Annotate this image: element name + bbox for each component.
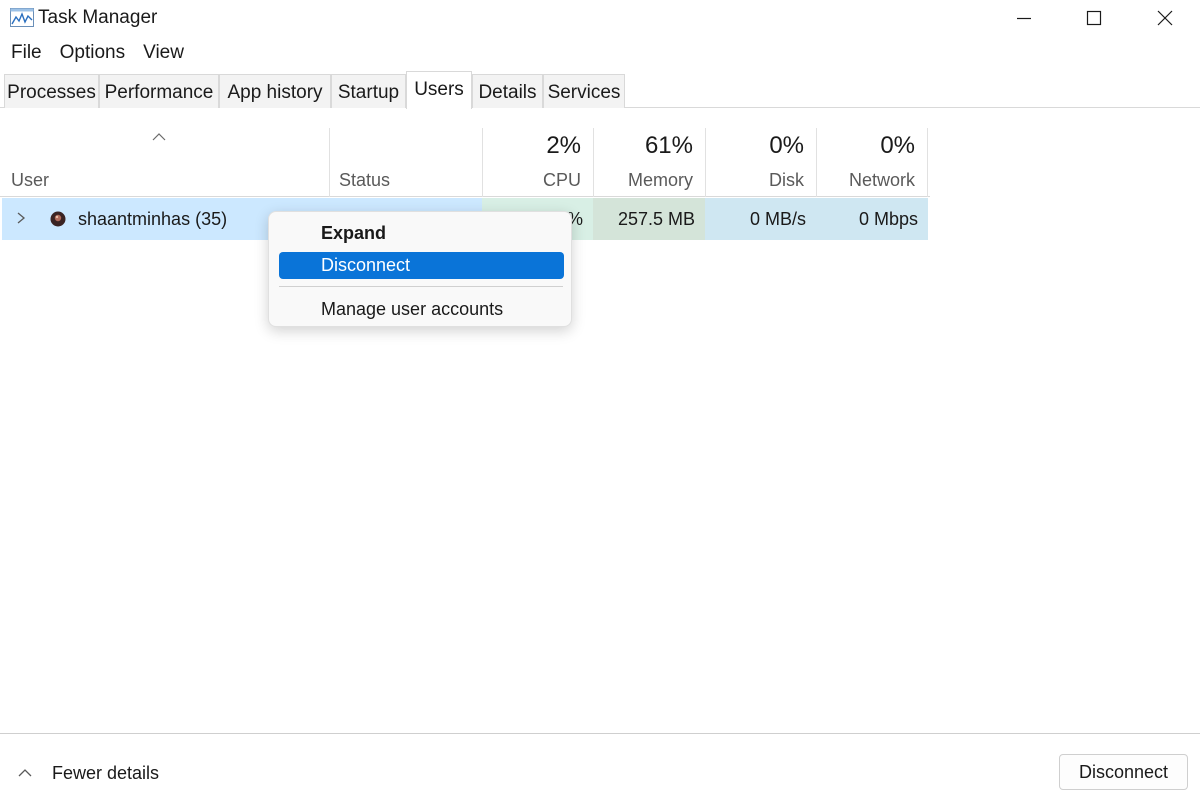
context-menu-divider [279,286,563,287]
tab-strip: Processes Performance App history Startu… [0,68,1200,109]
column-header-row: User Status 2% CPU 61% Memory 0% Disk 0%… [0,128,930,197]
column-network[interactable]: 0% Network [816,128,928,197]
column-status-label: Status [339,170,391,190]
avatar [50,211,66,227]
menu-bar: File Options View [0,40,191,68]
close-button[interactable] [1131,0,1199,36]
column-memory-label: Memory [627,170,693,190]
context-menu-expand[interactable]: Expand [279,220,564,247]
close-icon [1157,10,1173,26]
memory-total-percent: 61% [644,132,693,159]
tab-users[interactable]: Users [406,71,472,109]
column-network-label: Network [848,170,915,190]
context-menu: Expand Disconnect Manage user accounts [268,211,572,327]
column-user-label: User [11,170,50,190]
maximize-icon [1086,10,1102,26]
window-title: Task Manager [38,7,158,28]
chevron-right-icon[interactable] [14,210,28,226]
maximize-button[interactable] [1060,0,1128,36]
tab-app-history[interactable]: App history [219,74,331,108]
minimize-button[interactable] [990,0,1058,36]
chevron-up-icon [18,769,32,777]
column-cpu-label: CPU [542,170,581,190]
network-total-percent: 0% [880,132,915,159]
column-user[interactable]: User [0,128,329,197]
tab-services[interactable]: Services [543,74,625,108]
fewer-details-toggle[interactable]: Fewer details [16,760,159,786]
title-bar: Task Manager [0,0,1200,36]
column-status[interactable]: Status [329,128,482,197]
menu-view[interactable]: View [132,40,191,68]
tab-performance[interactable]: Performance [99,74,219,108]
disk-total-percent: 0% [769,132,804,159]
sort-ascending-icon [152,133,166,141]
column-memory[interactable]: 61% Memory [593,128,705,197]
context-menu-manage-user-accounts[interactable]: Manage user accounts [279,296,564,323]
row-network: 0 Mbps [816,198,928,240]
tab-processes[interactable]: Processes [4,74,99,108]
tab-startup[interactable]: Startup [331,74,406,108]
menu-file[interactable]: File [0,40,49,68]
menu-options[interactable]: Options [49,40,132,68]
disconnect-button[interactable]: Disconnect [1059,754,1188,790]
footer-divider [0,733,1200,734]
task-manager-app-icon [10,8,34,27]
row-memory: 257.5 MB [593,198,705,240]
task-manager-window: Task Manager File Options View Processes… [0,0,1200,805]
minimize-icon [1017,17,1031,20]
fewer-details-label: Fewer details [52,762,160,783]
row-disk: 0 MB/s [705,198,816,240]
context-menu-disconnect[interactable]: Disconnect [279,252,564,279]
column-cpu[interactable]: 2% CPU [482,128,593,197]
tab-details[interactable]: Details [472,74,543,108]
cpu-total-percent: 2% [546,132,581,159]
column-disk[interactable]: 0% Disk [705,128,816,197]
column-disk-label: Disk [769,170,804,190]
